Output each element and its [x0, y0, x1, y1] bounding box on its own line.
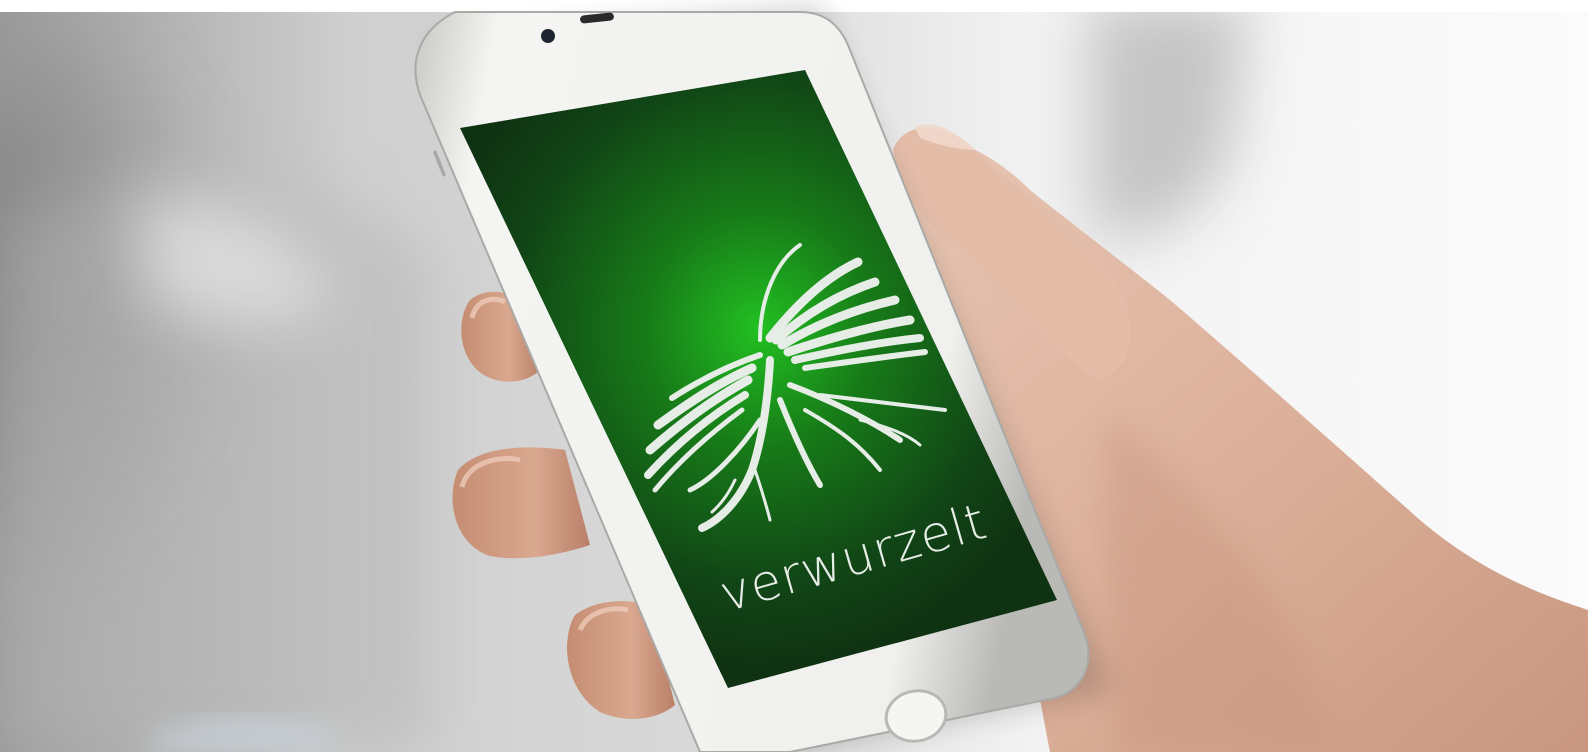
- photo-scene: verwurzelt: [0, 0, 1588, 752]
- front-camera: [541, 29, 555, 43]
- scene-svg: verwurzelt: [0, 0, 1588, 752]
